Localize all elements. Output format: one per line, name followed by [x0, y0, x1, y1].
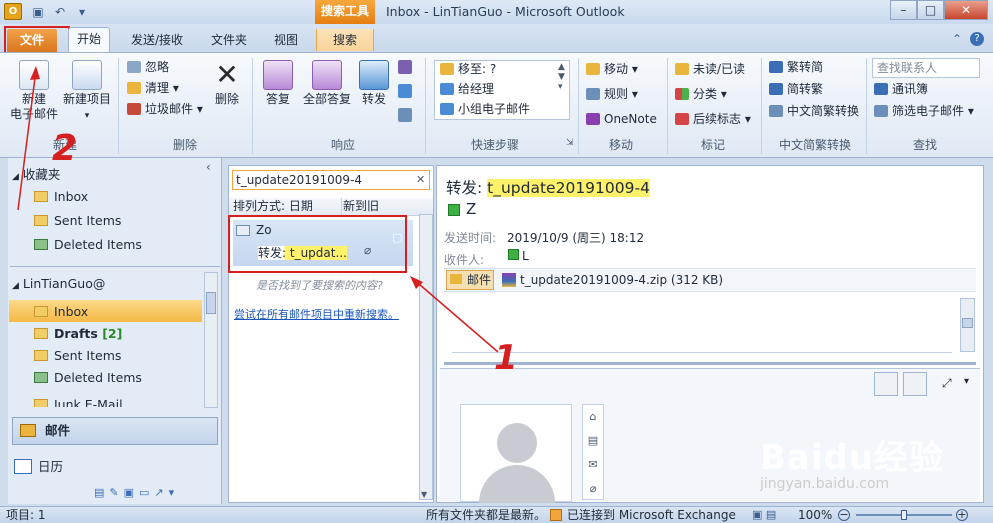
view-buttons[interactable]: ▣ ▤ [752, 507, 776, 523]
zoom-level: 100% [798, 508, 833, 522]
zoom-in-button[interactable]: + [956, 509, 968, 521]
arrowhead [30, 66, 40, 80]
zoom-out-button[interactable]: − [838, 509, 850, 521]
exchange-icon [550, 509, 562, 521]
baidu-watermark: Baidu经验 [760, 438, 945, 478]
status-bar: 项目: 1 所有文件夹都是最新。 已连接到 Microsoft Exchange… [0, 506, 993, 523]
arrowhead [410, 276, 423, 289]
annotation-number-1: 1 [494, 338, 518, 378]
zoom-slider-thumb[interactable] [901, 510, 907, 520]
annotation-arrow-2 [17, 69, 37, 211]
baidu-watermark-url: jingyan.baidu.com [760, 476, 890, 492]
status-connected: 已连接到 Microsoft Exchange [567, 508, 736, 522]
annotation-arrow-1 [411, 277, 499, 353]
annotation-number-2: 2 [52, 128, 78, 169]
status-uptodate: 所有文件夹都是最新。 [426, 508, 547, 522]
status-item-count: 项目: 1 [6, 508, 46, 522]
